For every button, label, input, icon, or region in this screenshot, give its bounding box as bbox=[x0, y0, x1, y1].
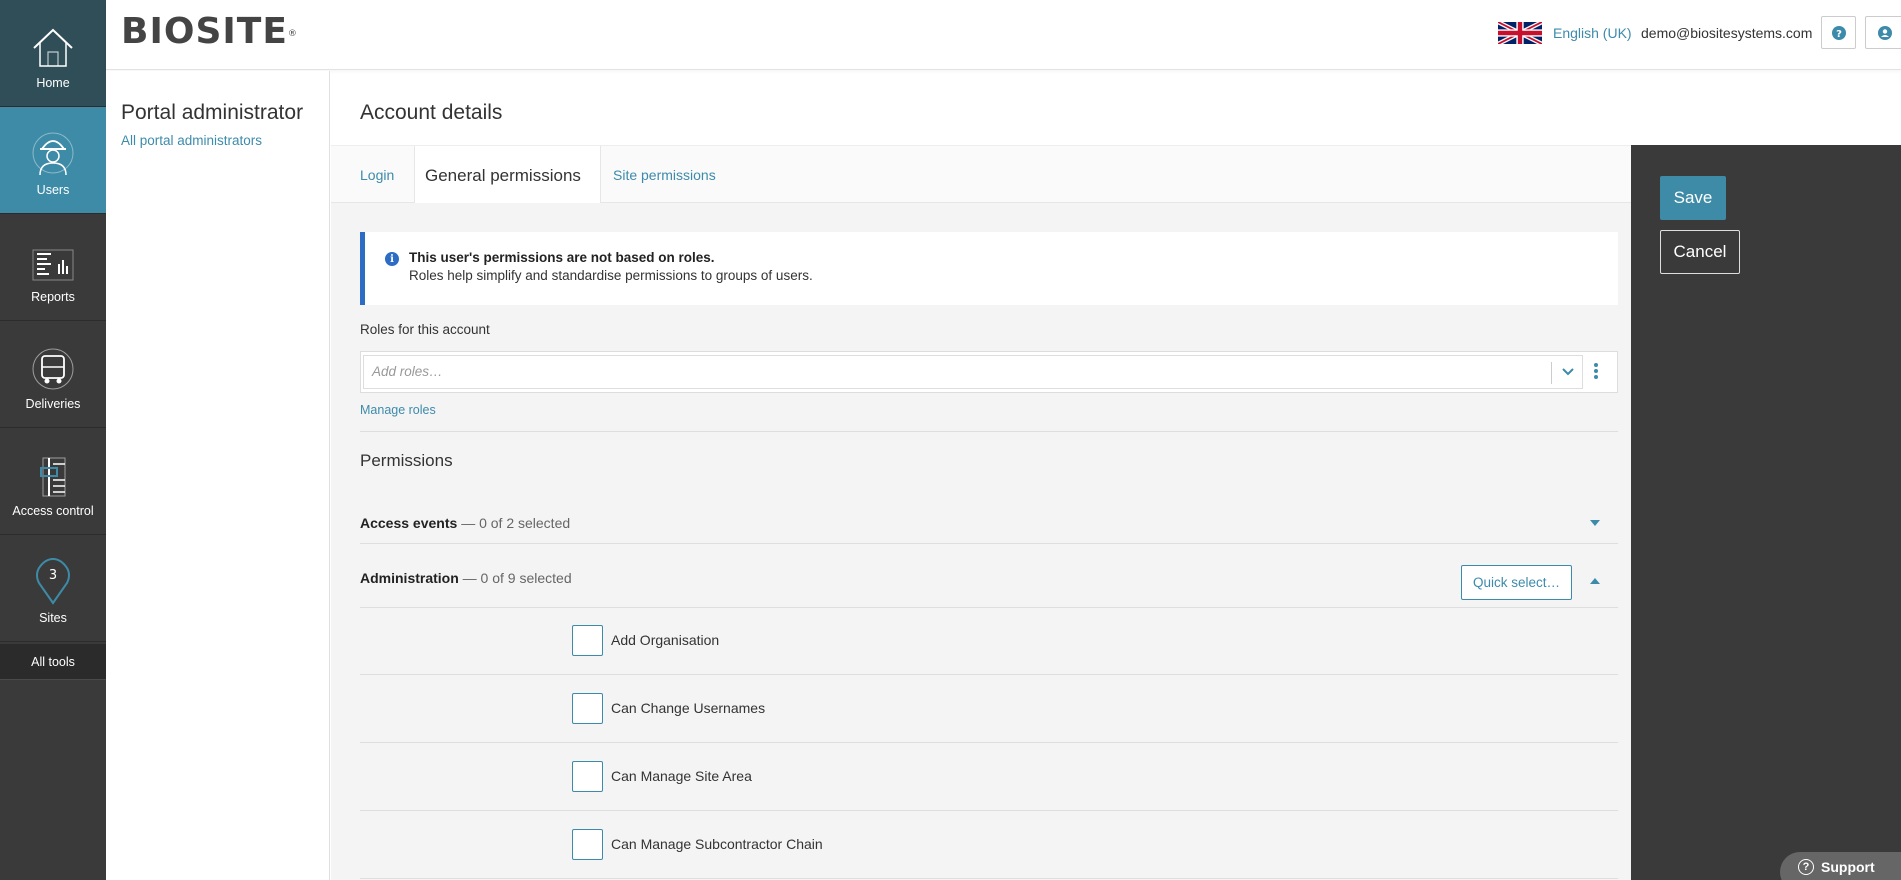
group-count: — 0 of 2 selected bbox=[461, 515, 571, 531]
cancel-button[interactable]: Cancel bbox=[1660, 230, 1740, 274]
caret-down-icon[interactable] bbox=[1590, 520, 1600, 526]
permission-checkbox[interactable] bbox=[572, 693, 603, 724]
nav-all-tools[interactable]: All tools bbox=[0, 644, 106, 680]
nav-item-sites[interactable]: 3 Sites bbox=[0, 535, 106, 642]
truck-icon bbox=[32, 348, 74, 390]
save-button[interactable]: Save bbox=[1660, 176, 1726, 220]
permissions-title: Permissions bbox=[360, 451, 453, 470]
page-title: Account details bbox=[360, 101, 503, 124]
nav-item-home[interactable]: Home bbox=[0, 0, 106, 107]
permission-checkbox[interactable] bbox=[572, 625, 603, 656]
roles-placeholder: Add roles… bbox=[372, 364, 443, 379]
nav-label: Home bbox=[36, 76, 70, 90]
permission-group-administration[interactable]: Administration — 0 of 9 selected Quick s… bbox=[360, 543, 1618, 603]
tab-login[interactable]: Login bbox=[360, 146, 394, 204]
question-icon: ? bbox=[1798, 859, 1814, 875]
top-header: BIOSITE® English (UK) demo@biositesystem… bbox=[106, 0, 1901, 70]
account-button[interactable] bbox=[1865, 16, 1901, 49]
nav-item-reports[interactable]: Reports bbox=[0, 214, 106, 321]
svg-text:3: 3 bbox=[49, 568, 57, 583]
worker-icon bbox=[32, 132, 74, 176]
help-icon: ? bbox=[1831, 25, 1846, 40]
more-vertical-icon[interactable] bbox=[1593, 361, 1599, 381]
permission-label: Can Manage Site Area bbox=[611, 768, 752, 784]
permission-label: Add Organisation bbox=[611, 632, 720, 648]
breadcrumb-panel: Portal administrator All portal administ… bbox=[106, 71, 330, 880]
info-text: Roles help simplify and standardise perm… bbox=[409, 268, 813, 283]
group-name: Access events bbox=[360, 515, 458, 531]
reports-icon bbox=[32, 249, 74, 281]
user-email[interactable]: demo@biositesystems.com bbox=[1641, 25, 1812, 41]
group-label: Administration — 0 of 9 selected bbox=[360, 570, 572, 586]
actions-panel: Save Cancel bbox=[1631, 145, 1901, 880]
roles-label: Roles for this account bbox=[360, 322, 490, 337]
info-heading: This user's permissions are not based on… bbox=[409, 250, 715, 265]
roles-input[interactable]: Add roles… bbox=[363, 355, 1583, 389]
permission-checkbox[interactable] bbox=[572, 761, 603, 792]
section-title: Portal administrator bbox=[121, 101, 304, 124]
permission-row: Can Change Usernames bbox=[360, 675, 1618, 743]
divider bbox=[360, 431, 1618, 432]
svg-text:?: ? bbox=[1836, 29, 1842, 40]
caret-up-icon[interactable] bbox=[1590, 578, 1600, 584]
support-button[interactable]: ? Support bbox=[1780, 852, 1901, 880]
permission-checkbox[interactable] bbox=[572, 829, 603, 860]
tab-bar: Login General permissions Site permissio… bbox=[331, 145, 1631, 205]
turnstile-icon bbox=[40, 457, 66, 497]
info-banner: i This user's permissions are not based … bbox=[360, 232, 1618, 305]
help-button[interactable]: ? bbox=[1821, 16, 1856, 49]
permission-row: Can Manage Site Area bbox=[360, 743, 1618, 811]
permission-label: Can Manage Subcontractor Chain bbox=[611, 836, 823, 852]
nav-label: Reports bbox=[31, 290, 75, 304]
logo-text: BIOSITE bbox=[121, 11, 288, 52]
all-portal-administrators-link[interactable]: All portal administrators bbox=[121, 133, 262, 148]
map-pin-icon: 3 bbox=[36, 557, 70, 605]
chevron-down-icon[interactable] bbox=[1560, 363, 1576, 379]
roles-field: Add roles… bbox=[360, 351, 1618, 393]
permission-row: Add Organisation bbox=[360, 607, 1618, 675]
nav-label: Deliveries bbox=[25, 397, 81, 411]
permissions-content: i This user's permissions are not based … bbox=[331, 203, 1631, 880]
manage-roles-link[interactable]: Manage roles bbox=[360, 403, 436, 417]
nav-label: Users bbox=[36, 183, 70, 197]
uk-flag-icon[interactable] bbox=[1498, 19, 1542, 47]
support-label: Support bbox=[1821, 859, 1875, 875]
info-icon: i bbox=[385, 252, 399, 266]
logo-mark: ® bbox=[287, 29, 298, 39]
group-name: Administration bbox=[360, 570, 459, 586]
tab-site-permissions[interactable]: Site permissions bbox=[613, 146, 716, 204]
roles-separator bbox=[1551, 362, 1552, 384]
group-count: — 0 of 9 selected bbox=[462, 570, 572, 586]
nav-label: Access control bbox=[12, 504, 94, 518]
nav-label: Sites bbox=[39, 611, 67, 625]
biosite-logo[interactable]: BIOSITE® bbox=[121, 14, 298, 50]
main-nav: Home Users Reports Deliveries Access con… bbox=[0, 0, 106, 880]
tab-general-permissions[interactable]: General permissions bbox=[414, 146, 601, 205]
user-circle-icon bbox=[1878, 25, 1892, 40]
permission-label: Can Change Usernames bbox=[611, 700, 766, 716]
group-label: Access events — 0 of 2 selected bbox=[360, 515, 570, 531]
nav-item-deliveries[interactable]: Deliveries bbox=[0, 321, 106, 428]
quick-select-button[interactable]: Quick select… bbox=[1461, 565, 1572, 600]
language-selector[interactable]: English (UK) bbox=[1553, 25, 1632, 41]
home-icon bbox=[33, 28, 73, 67]
nav-item-users[interactable]: Users bbox=[0, 107, 106, 214]
permission-row: Can Manage Subcontractor Chain bbox=[360, 811, 1618, 879]
nav-item-access-control[interactable]: Access control bbox=[0, 428, 106, 535]
